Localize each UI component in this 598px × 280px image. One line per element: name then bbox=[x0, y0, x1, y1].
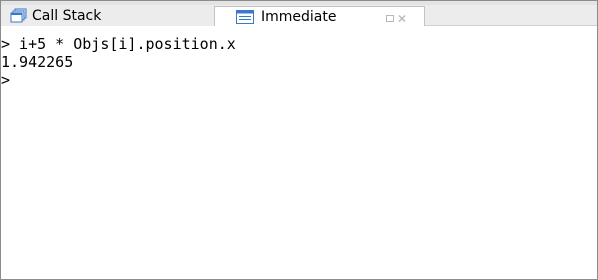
tab-controls bbox=[385, 11, 407, 22]
tab-immediate-label: Immediate bbox=[261, 9, 337, 25]
window-icon bbox=[234, 9, 254, 25]
tab-call-stack-label: Call Stack bbox=[32, 8, 102, 24]
tab-immediate[interactable]: Immediate bbox=[214, 6, 425, 27]
console-input-line: > i+5 * Objs[i].position.x bbox=[1, 35, 236, 53]
console-prompt[interactable]: > bbox=[1, 71, 597, 89]
tab-bar: Call Stack Immediate bbox=[1, 1, 597, 27]
console-output-line: 1.942265 bbox=[1, 53, 74, 71]
stack-icon bbox=[8, 8, 28, 24]
tab-call-stack[interactable]: Call Stack bbox=[1, 6, 214, 26]
tab-bar-top-strip bbox=[1, 1, 597, 5]
debug-panel: Call Stack Immediate > i+5 * Objs[i].pos… bbox=[0, 0, 598, 280]
close-icon[interactable] bbox=[397, 11, 407, 22]
immediate-console[interactable]: > i+5 * Objs[i].position.x 1.942265 > bbox=[1, 26, 597, 279]
maximize-icon[interactable] bbox=[385, 11, 395, 22]
